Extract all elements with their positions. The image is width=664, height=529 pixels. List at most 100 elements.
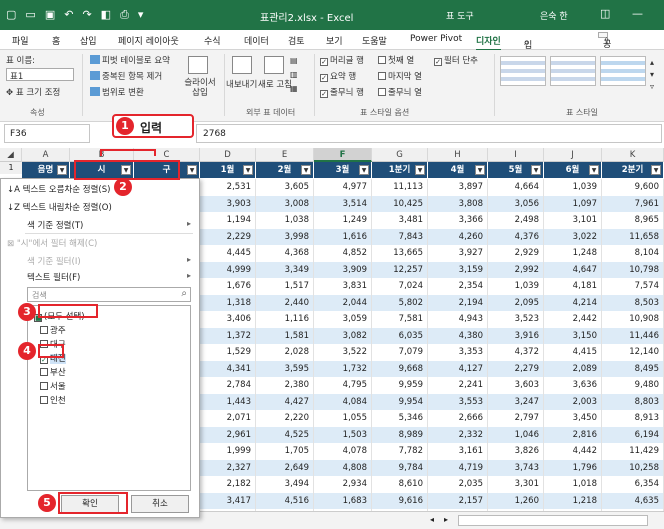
data-cell[interactable]: 4,525 (256, 426, 314, 443)
data-cell[interactable]: 1,732 (314, 360, 372, 377)
header-cell[interactable]: 음명 ▼ (22, 162, 70, 178)
row-header[interactable]: 1 (0, 162, 22, 174)
data-cell[interactable]: 3,349 (256, 261, 314, 278)
opt-total-row[interactable]: ✓ 요약 행 (320, 70, 356, 82)
data-cell[interactable]: 2,797 (488, 410, 544, 427)
data-cell[interactable]: 3,450 (544, 410, 602, 427)
data-cell[interactable]: 2,961 (200, 426, 256, 443)
data-cell[interactable]: 2,442 (544, 311, 602, 328)
data-cell[interactable]: 1,260 (488, 492, 544, 509)
data-cell[interactable]: 2,354 (428, 278, 488, 295)
data-cell[interactable]: 2,531 (200, 179, 256, 196)
data-cell[interactable]: 4,719 (428, 459, 488, 476)
horizontal-scrollbar[interactable] (458, 515, 648, 526)
data-cell[interactable]: 8,965 (602, 212, 664, 229)
data-cell[interactable]: 11,429 (602, 443, 664, 460)
data-cell[interactable]: 8,913 (602, 410, 664, 427)
data-cell[interactable]: 3,301 (488, 476, 544, 493)
data-cell[interactable]: 3,353 (428, 344, 488, 361)
data-cell[interactable]: 4,445 (200, 245, 256, 262)
data-cell[interactable]: 3,808 (428, 195, 488, 212)
filter-dropdown-icon[interactable]: ▼ (301, 165, 311, 175)
data-cell[interactable]: 13,665 (372, 245, 428, 262)
data-cell[interactable]: 3,481 (372, 212, 428, 229)
header-cell[interactable]: 4월 ▼ (428, 162, 488, 178)
tab-insert[interactable]: 삽입 (80, 34, 97, 47)
tab-power-pivot[interactable]: Power Pivot (410, 34, 462, 44)
data-cell[interactable]: 2,440 (256, 294, 314, 311)
data-cell[interactable]: 4,084 (314, 393, 372, 410)
cancel-button[interactable]: 취소 (131, 495, 189, 513)
table-style-swatch[interactable] (600, 56, 646, 86)
data-cell[interactable]: 5,346 (372, 410, 428, 427)
properties-icon[interactable]: ▤ (290, 56, 298, 65)
data-cell[interactable]: 7,843 (372, 228, 428, 245)
data-cell[interactable]: 9,954 (372, 393, 428, 410)
data-cell[interactable]: 4,078 (314, 443, 372, 460)
data-cell[interactable]: 12,257 (372, 261, 428, 278)
data-cell[interactable]: 7,782 (372, 443, 428, 460)
data-cell[interactable]: 3,998 (256, 228, 314, 245)
data-cell[interactable]: 8,495 (602, 360, 664, 377)
data-cell[interactable]: 4,181 (544, 278, 602, 295)
data-cell[interactable]: 7,581 (372, 311, 428, 328)
filter-dropdown-icon[interactable]: ▼ (359, 165, 369, 175)
data-cell[interactable]: 2,182 (200, 476, 256, 493)
filter-dropdown-icon[interactable]: ▼ (187, 165, 197, 175)
open-browser-icon[interactable]: ▥ (290, 70, 298, 79)
data-cell[interactable]: 4,795 (314, 377, 372, 394)
data-cell[interactable]: 4,442 (544, 443, 602, 460)
data-cell[interactable]: 4,260 (428, 228, 488, 245)
data-cell[interactable]: 1,116 (256, 311, 314, 328)
data-cell[interactable]: 6,354 (602, 476, 664, 493)
data-cell[interactable]: 1,038 (256, 212, 314, 229)
data-cell[interactable]: 4,999 (200, 261, 256, 278)
tab-file[interactable]: 파일 (12, 34, 29, 47)
tab-data[interactable]: 데이터 (244, 34, 269, 47)
data-cell[interactable]: 11,446 (602, 327, 664, 344)
refresh-icon[interactable] (264, 56, 284, 74)
data-cell[interactable]: 10,798 (602, 261, 664, 278)
data-cell[interactable]: 1,999 (200, 443, 256, 460)
sort-descending-item[interactable]: ↓Z 텍스트 내림차순 정렬(O) (7, 201, 112, 213)
slicer-label[interactable]: 슬라이서 삽입 (180, 78, 220, 98)
data-cell[interactable]: 3,897 (428, 179, 488, 196)
remove-duplicates-button[interactable]: 중복된 항목 제거 (90, 70, 162, 82)
resize-table-button[interactable]: ✥ 표 크기 조정 (6, 86, 60, 98)
data-cell[interactable]: 3,909 (314, 261, 372, 278)
export-label[interactable]: 내보내기 (226, 78, 257, 90)
table-style-swatch[interactable] (500, 56, 546, 86)
header-cell[interactable]: 2분기 ▼ (602, 162, 664, 178)
data-cell[interactable]: 4,427 (256, 393, 314, 410)
customize-toolbar-icon[interactable]: ▾ (138, 8, 144, 22)
data-cell[interactable]: 3,605 (256, 179, 314, 196)
slicer-icon[interactable] (188, 56, 208, 74)
data-cell[interactable]: 1,517 (256, 278, 314, 295)
filter-dropdown-icon[interactable]: ▼ (531, 165, 541, 175)
data-cell[interactable]: 3,916 (488, 327, 544, 344)
data-cell[interactable]: 2,380 (256, 377, 314, 394)
data-cell[interactable]: 2,934 (314, 476, 372, 493)
sheet-scroll-left-icon[interactable]: ◂ (430, 515, 434, 524)
data-cell[interactable]: 2,071 (200, 410, 256, 427)
column-header[interactable]: G (372, 148, 428, 162)
data-cell[interactable]: 1,039 (488, 278, 544, 295)
data-cell[interactable]: 1,683 (314, 492, 372, 509)
data-cell[interactable]: 7,961 (602, 195, 664, 212)
data-cell[interactable]: 2,220 (256, 410, 314, 427)
data-cell[interactable]: 4,376 (488, 228, 544, 245)
data-cell[interactable]: 3,161 (428, 443, 488, 460)
minimize-button[interactable]: — (632, 7, 643, 20)
data-cell[interactable]: 9,616 (372, 492, 428, 509)
data-cell[interactable]: 2,332 (428, 426, 488, 443)
redo-icon[interactable]: ↷ (82, 8, 91, 22)
data-cell[interactable]: 4,516 (256, 492, 314, 509)
data-cell[interactable]: 2,044 (314, 294, 372, 311)
data-cell[interactable]: 5,802 (372, 294, 428, 311)
data-cell[interactable]: 2,089 (544, 360, 602, 377)
data-cell[interactable]: 10,425 (372, 195, 428, 212)
data-cell[interactable]: 4,368 (256, 245, 314, 262)
data-cell[interactable]: 10,908 (602, 311, 664, 328)
data-cell[interactable]: 3,595 (256, 360, 314, 377)
data-cell[interactable]: 1,055 (314, 410, 372, 427)
